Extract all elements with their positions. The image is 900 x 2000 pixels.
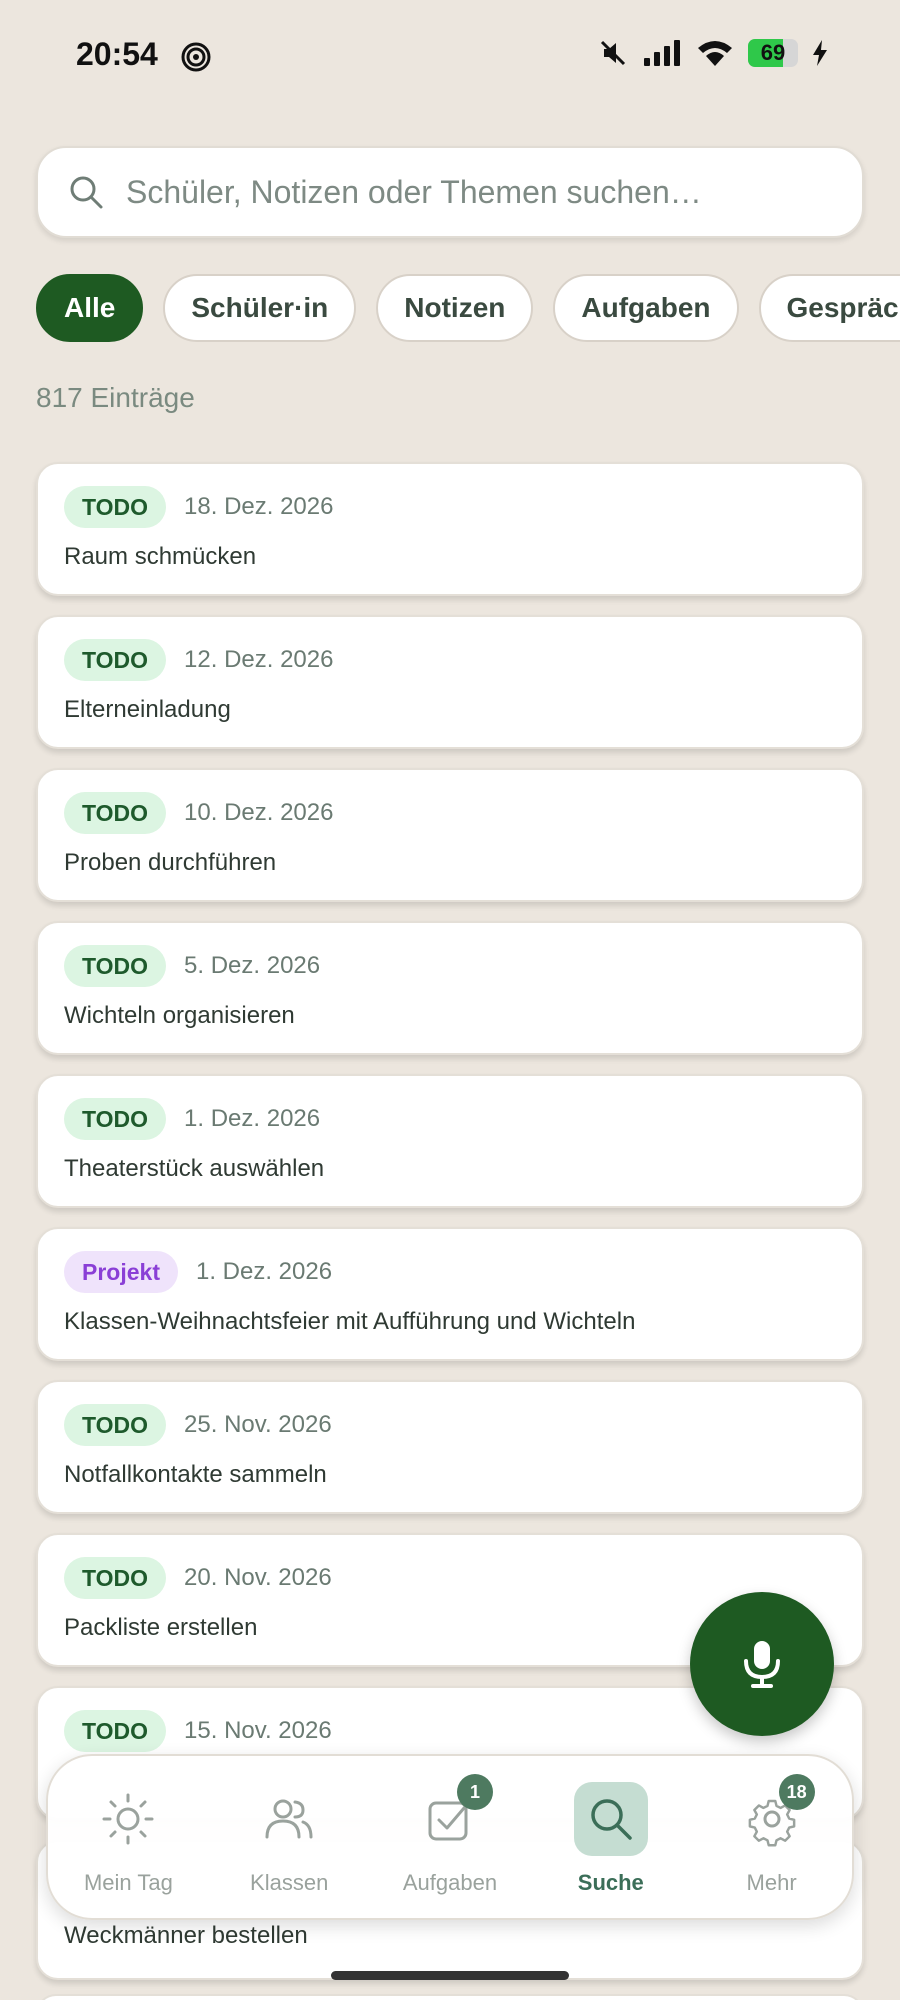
- item-date: 18. Dez. 2026: [184, 493, 334, 520]
- nav-label: Mein Tag: [83, 1870, 173, 1895]
- nav-label: Suche: [577, 1870, 644, 1895]
- nav-item-mein-tag[interactable]: Mein Tag: [53, 1782, 203, 1896]
- search-input[interactable]: [126, 173, 826, 211]
- list-item[interactable]: TODO 18. Dez. 2026 Raum schmücken: [36, 462, 864, 596]
- item-title: Notfallkontakte sammeln: [64, 1461, 327, 1488]
- list-item[interactable]: Projekt 1. Dez. 2026 Klassen-Weihnachtsf…: [36, 1227, 864, 1361]
- list-item[interactable]: TODO 10. Dez. 2026 Proben durchführen: [36, 768, 864, 902]
- filter-chips: Alle Schüler·in Notizen Aufgaben Gespräc…: [36, 274, 900, 344]
- search-icon: [591, 1799, 632, 1840]
- nav-item-mehr[interactable]: 18 Mehr: [697, 1774, 847, 1896]
- list-item[interactable]: TODO 12. Dez. 2026 Elterneinladung: [36, 615, 864, 749]
- type-badge: TODO: [64, 945, 167, 987]
- nav-item-klassen[interactable]: Klassen: [214, 1782, 364, 1896]
- item-title: Klassen-Weihnachtsfeier mit Aufführung u…: [64, 1308, 636, 1335]
- list-item[interactable]: TODO 25. Nov. 2026 Notfallkontakte samme…: [36, 1380, 864, 1514]
- signal-icon: [644, 40, 680, 66]
- bottom-nav: Mein Tag Klassen 1 Aufgaben Suche 18 Meh…: [46, 1754, 854, 1920]
- type-badge: TODO: [64, 1557, 167, 1599]
- spiral-icon: [181, 42, 211, 72]
- type-badge: TODO: [64, 1710, 167, 1752]
- nav-label: Mehr: [746, 1870, 797, 1895]
- charging-icon: [813, 40, 827, 66]
- type-badge: TODO: [64, 1404, 167, 1446]
- filter-chip-notizen[interactable]: Notizen: [376, 274, 534, 342]
- status-bar: 20:54 69: [0, 0, 900, 110]
- sun-icon: [102, 1793, 154, 1845]
- wifi-icon: [698, 41, 732, 66]
- type-badge: TODO: [64, 486, 167, 528]
- nav-item-aufgaben[interactable]: 1 Aufgaben: [375, 1774, 525, 1896]
- nav-item-suche[interactable]: Suche: [536, 1782, 686, 1896]
- list-item[interactable]: TODO 1. Dez. 2026 Theaterstück auswählen: [36, 1074, 864, 1208]
- item-date: 20. Nov. 2026: [184, 1564, 332, 1591]
- status-time: 20:54: [76, 36, 158, 72]
- type-badge: TODO: [64, 1098, 167, 1140]
- item-title: Elterneinladung: [64, 696, 231, 723]
- item-date: 1. Dez. 2026: [184, 1105, 321, 1132]
- filter-chip-schueler[interactable]: Schüler·in: [163, 274, 357, 342]
- filter-chip-aufgaben[interactable]: Aufgaben: [553, 274, 739, 342]
- users-icon: [265, 1799, 313, 1839]
- item-title: Theaterstück auswählen: [64, 1155, 325, 1182]
- microphone-icon: [744, 1641, 780, 1688]
- type-badge: TODO: [64, 639, 167, 681]
- item-title: Proben durchführen: [64, 849, 277, 876]
- voice-input-button[interactable]: [690, 1592, 834, 1736]
- item-title: Weckmänner bestellen: [64, 1922, 308, 1949]
- nav-label: Klassen: [250, 1870, 329, 1895]
- filter-chip-gespraeche[interactable]: Gespräche: [758, 274, 900, 342]
- list-item[interactable]: TODO 5. Dez. 2026 Wichteln organisieren: [36, 921, 864, 1055]
- battery-icon: 69: [748, 39, 798, 67]
- item-date: 12. Dez. 2026: [184, 646, 334, 673]
- mute-icon: [600, 40, 626, 66]
- item-date: 1. Dez. 2026: [195, 1258, 333, 1285]
- item-date: 15. Nov. 2026: [184, 1717, 332, 1744]
- status-icons: 69: [598, 38, 828, 68]
- result-count: 817 Einträge: [36, 382, 195, 413]
- nav-label: Aufgaben: [402, 1870, 498, 1895]
- search-bar[interactable]: [36, 146, 864, 238]
- filter-chip-alle[interactable]: Alle: [36, 274, 144, 342]
- list-item[interactable]: [36, 1994, 864, 2000]
- type-badge: TODO: [64, 792, 167, 834]
- search-icon: [70, 176, 103, 209]
- battery-level: 69: [760, 40, 786, 65]
- home-indicator[interactable]: [331, 1971, 569, 1980]
- item-title: Raum schmücken: [64, 543, 257, 570]
- item-title: Wichteln organisieren: [64, 1002, 295, 1029]
- item-date: 10. Dez. 2026: [184, 799, 334, 826]
- item-date: 5. Dez. 2026: [184, 952, 321, 979]
- notification-badge: 18: [778, 1774, 815, 1810]
- item-date: 25. Nov. 2026: [184, 1411, 332, 1438]
- notification-badge: 1: [456, 1774, 493, 1810]
- type-badge: Projekt: [64, 1251, 178, 1293]
